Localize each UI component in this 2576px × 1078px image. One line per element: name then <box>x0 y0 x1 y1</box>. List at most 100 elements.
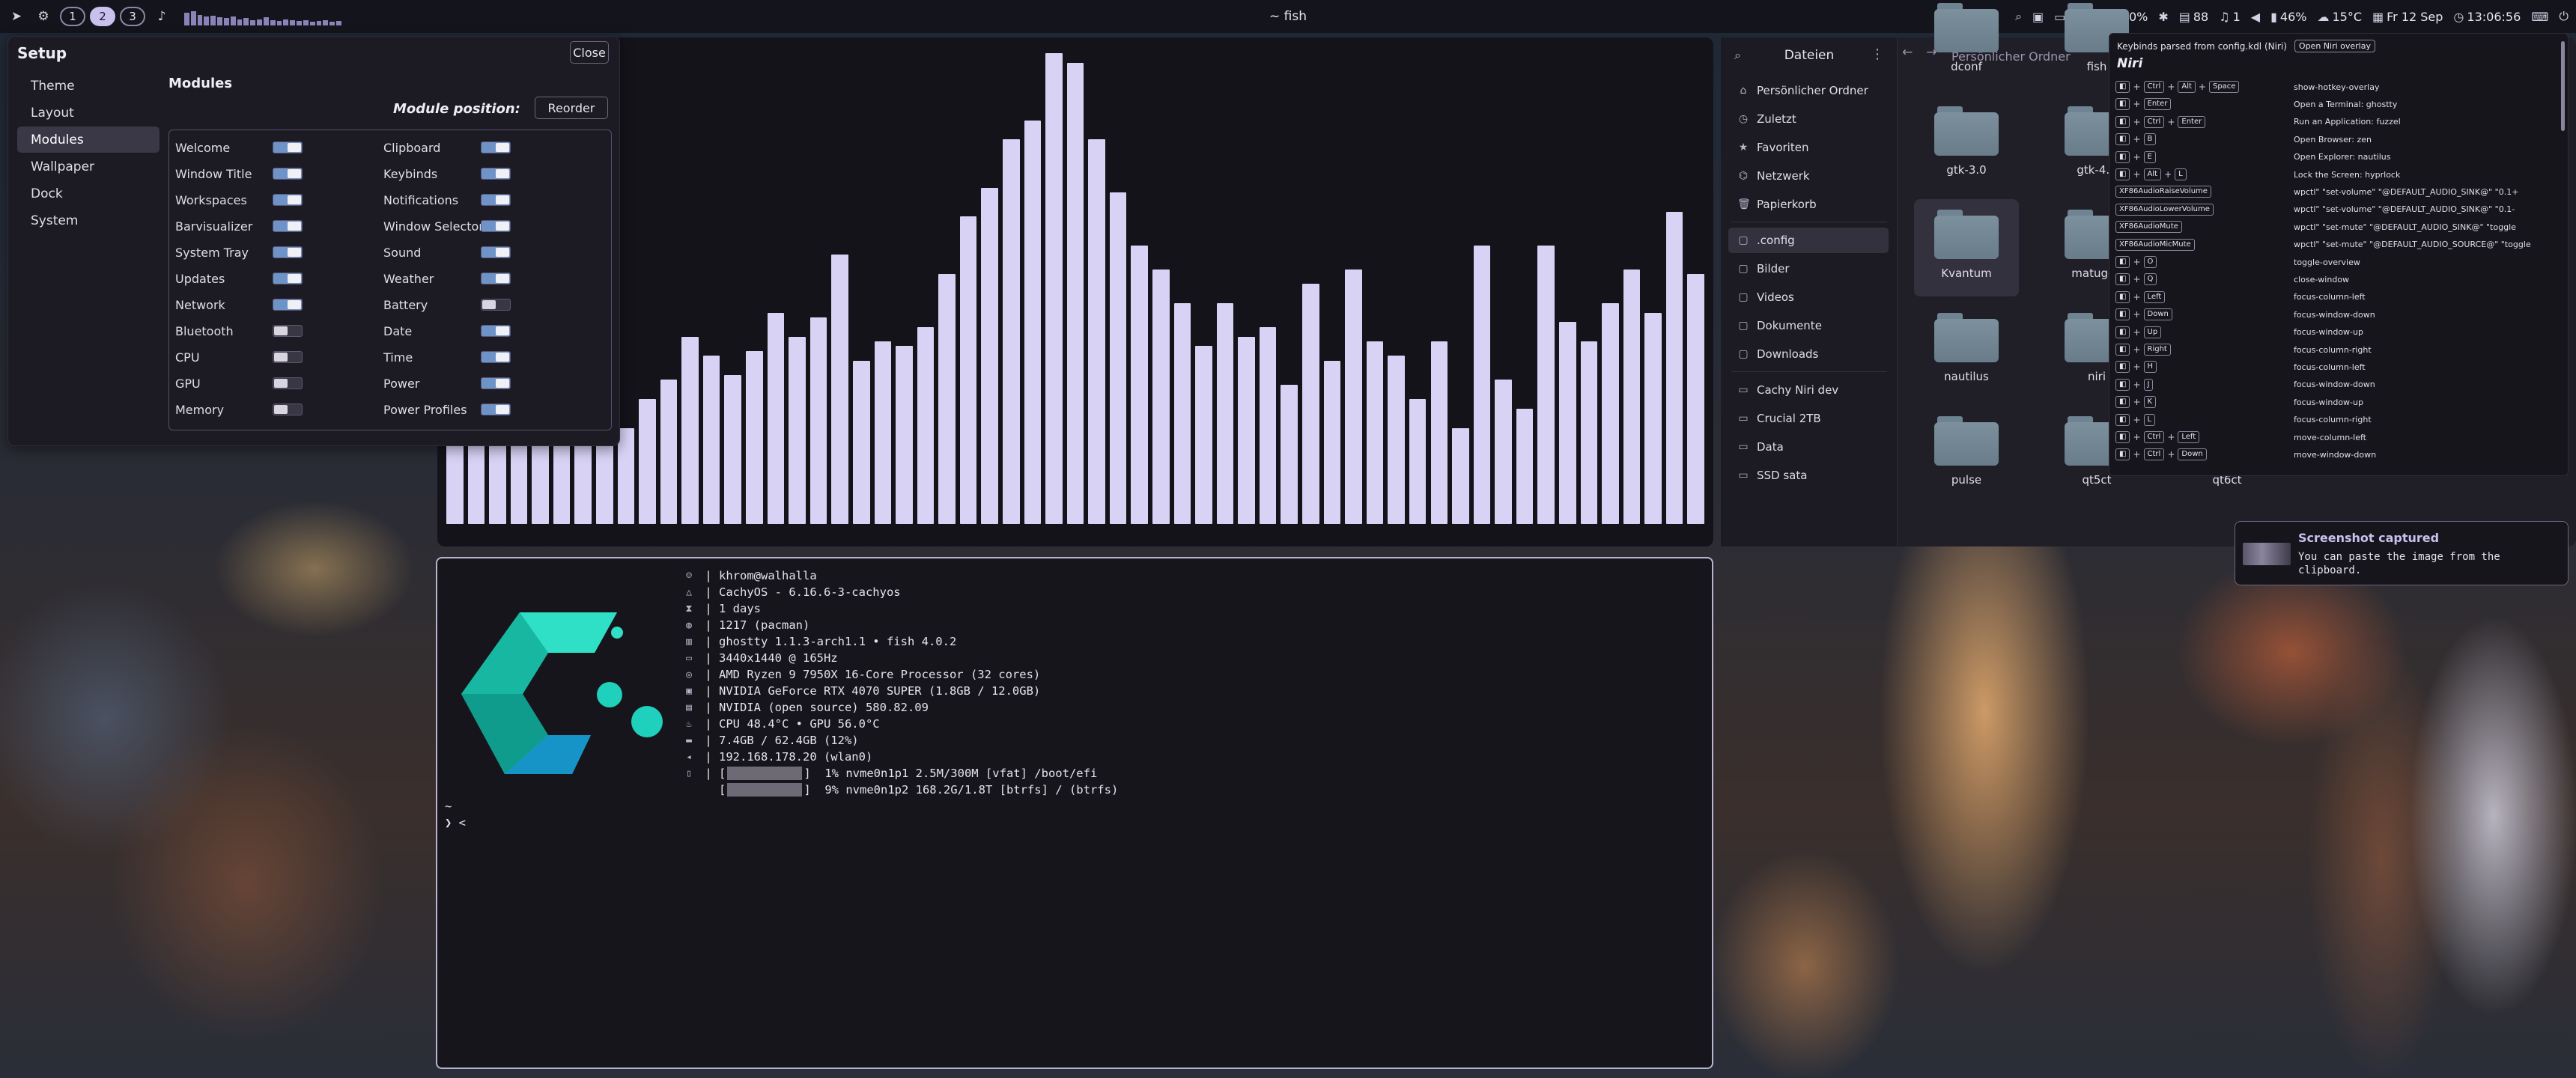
keyboard-icon[interactable]: ⌨ <box>2531 10 2548 24</box>
module-toggle[interactable] <box>481 246 511 258</box>
mini-bar <box>184 13 189 25</box>
weather-indicator[interactable]: ☁ 15°C <box>2317 10 2362 24</box>
module-toggle[interactable] <box>481 220 511 232</box>
module-label: Network <box>175 298 225 312</box>
module-label: Clipboard <box>383 141 441 155</box>
menu-icon[interactable]: ⋮ <box>1871 46 1884 62</box>
module-toggle[interactable] <box>481 377 511 389</box>
bluetooth-indicator[interactable]: ✱ <box>2158 10 2168 24</box>
toggle-knob <box>496 353 509 362</box>
sidebar-item[interactable]: ▭ SSD sata <box>1728 463 1889 488</box>
module-toggle[interactable] <box>481 168 511 180</box>
module-label: Keybinds <box>383 167 438 181</box>
folder-name: nautilus <box>1944 370 1989 383</box>
sidebar-item[interactable]: ▢ Videos <box>1728 284 1889 310</box>
module-toggle[interactable] <box>273 351 303 363</box>
module-toggle[interactable] <box>273 220 303 232</box>
music-note-icon[interactable]: ♪ <box>151 6 172 27</box>
folder-item[interactable]: gtk-3.0 <box>1914 96 2019 193</box>
toggle-knob <box>496 222 509 231</box>
module-label: Memory <box>175 403 225 417</box>
visualizer-bar <box>1602 302 1619 524</box>
search-icon[interactable]: ⌕ <box>1734 48 1741 63</box>
nav-item-theme[interactable]: Theme <box>17 73 160 99</box>
keybind-action: Open Explorer: nautilus <box>2294 152 2391 162</box>
launcher-icon[interactable]: ➤ <box>6 6 27 27</box>
updates-indicator[interactable]: ▤ 88 <box>2179 10 2208 24</box>
reorder-button[interactable]: Reorder <box>535 97 608 119</box>
module-toggle[interactable] <box>481 325 511 337</box>
sidebar-item[interactable]: ⌂ Persönlicher Ordner <box>1728 78 1889 103</box>
notifications-indicator[interactable]: ♫ 1 <box>2219 10 2241 24</box>
nav-item-system[interactable]: System <box>17 207 160 234</box>
sidebar-item[interactable]: ▭ Crucial 2TB <box>1728 406 1889 431</box>
module-toggle[interactable] <box>481 141 511 153</box>
module-toggle[interactable] <box>273 272 303 284</box>
keybind-keys: ◧ + Ctrl + Alt + Space <box>2115 81 2294 93</box>
sidebar-item[interactable]: ⌬ Netzwerk <box>1728 163 1889 189</box>
plus-sign: + <box>2133 99 2141 110</box>
visualizer-bar <box>1580 341 1598 524</box>
module-toggle[interactable] <box>273 194 303 206</box>
workspace-button-2[interactable]: 2 <box>90 7 115 26</box>
module-label: Power <box>383 377 420 391</box>
open-overlay-button[interactable]: Open Niri overlay <box>2294 40 2375 52</box>
plus-sign: + <box>2167 82 2175 92</box>
module-toggle[interactable] <box>273 325 303 337</box>
prompt-line[interactable]: ❯ < <box>445 816 466 832</box>
keybind-keys: ◧ + Ctrl + Down <box>2115 448 2294 461</box>
folder-item[interactable]: pulse <box>1914 406 2019 503</box>
volume-indicator[interactable]: ◀ <box>2251 10 2260 24</box>
keybind-row: ◧ + Enter Open a Terminal: ghostty <box>2115 96 2565 112</box>
sidebar-item[interactable]: ★ Favoriten <box>1728 135 1889 160</box>
sidebar-item[interactable]: ▢ Dokumente <box>1728 313 1889 338</box>
folder-item[interactable]: nautilus <box>1914 302 2019 400</box>
settings-gear-icon[interactable]: ⚙ <box>33 6 54 27</box>
audio-visualizer-window[interactable] <box>437 37 1713 546</box>
module-toggle[interactable] <box>273 141 303 153</box>
sidebar-item[interactable]: ◷ Zuletzt <box>1728 106 1889 132</box>
workspace-button-1[interactable]: 1 <box>60 7 85 26</box>
module-toggle[interactable] <box>481 272 511 284</box>
scrollbar[interactable] <box>2561 41 2565 131</box>
module-toggle[interactable] <box>481 194 511 206</box>
terminal-window[interactable]: ☺ | khrom@walhalla △ | CachyOS - 6.16.6-3… <box>436 557 1713 1069</box>
module-toggle[interactable] <box>481 404 511 415</box>
screenshot-notification[interactable]: Screenshot captured You can paste the im… <box>2235 521 2569 585</box>
clock-indicator[interactable]: ◷ 13:06:56 <box>2453 10 2521 24</box>
module-toggle[interactable] <box>273 299 303 311</box>
nav-item-layout[interactable]: Layout <box>17 100 160 126</box>
module-toggle[interactable] <box>481 299 511 311</box>
disk-usage-bar <box>727 783 803 797</box>
module-toggle[interactable] <box>273 377 303 389</box>
workspace-button-3[interactable]: 3 <box>120 7 145 26</box>
nav-item-modules[interactable]: Modules <box>17 127 160 153</box>
folder-item[interactable]: dconf <box>1914 0 2019 90</box>
key-cap: XF86AudioRaiseVolume <box>2115 186 2211 198</box>
module-toggle[interactable] <box>481 351 511 363</box>
nav-item-dock[interactable]: Dock <box>17 180 160 207</box>
nav-item-wallpaper[interactable]: Wallpaper <box>17 153 160 180</box>
key-cap: J <box>2143 378 2154 391</box>
sidebar-item[interactable]: ▢ Downloads <box>1728 341 1889 367</box>
key-cap: B <box>2143 133 2157 146</box>
battery-indicator[interactable]: ▮ 46% <box>2270 10 2306 24</box>
folder-item[interactable]: Kvantum <box>1914 199 2019 296</box>
keybind-keys: ◧ + H <box>2115 361 2294 374</box>
module-toggle[interactable] <box>273 246 303 258</box>
clipboard-icon[interactable]: ▣ <box>2032 10 2044 24</box>
sidebar-item[interactable]: ▢ Bilder <box>1728 256 1889 281</box>
module-toggle[interactable] <box>273 404 303 415</box>
power-icon[interactable]: ⏻ <box>2559 9 2569 24</box>
back-arrow-icon[interactable]: ← <box>1902 45 1913 60</box>
toggle-knob <box>496 274 509 283</box>
sidebar-item[interactable]: 🗑 Papierkorb <box>1728 192 1889 217</box>
sidebar-item[interactable]: ▭ Data <box>1728 434 1889 460</box>
sidebar-item[interactable]: ▢ .config <box>1728 228 1889 253</box>
sidebar-item[interactable]: ▭ Cachy Niri dev <box>1728 377 1889 403</box>
date-indicator[interactable]: ▦ Fr 12 Sep <box>2372 10 2443 24</box>
folder-name: fish <box>2086 60 2107 73</box>
close-button[interactable]: Close <box>570 41 609 64</box>
module-toggle[interactable] <box>273 168 303 180</box>
module-row: Barvisualizer <box>175 213 303 240</box>
